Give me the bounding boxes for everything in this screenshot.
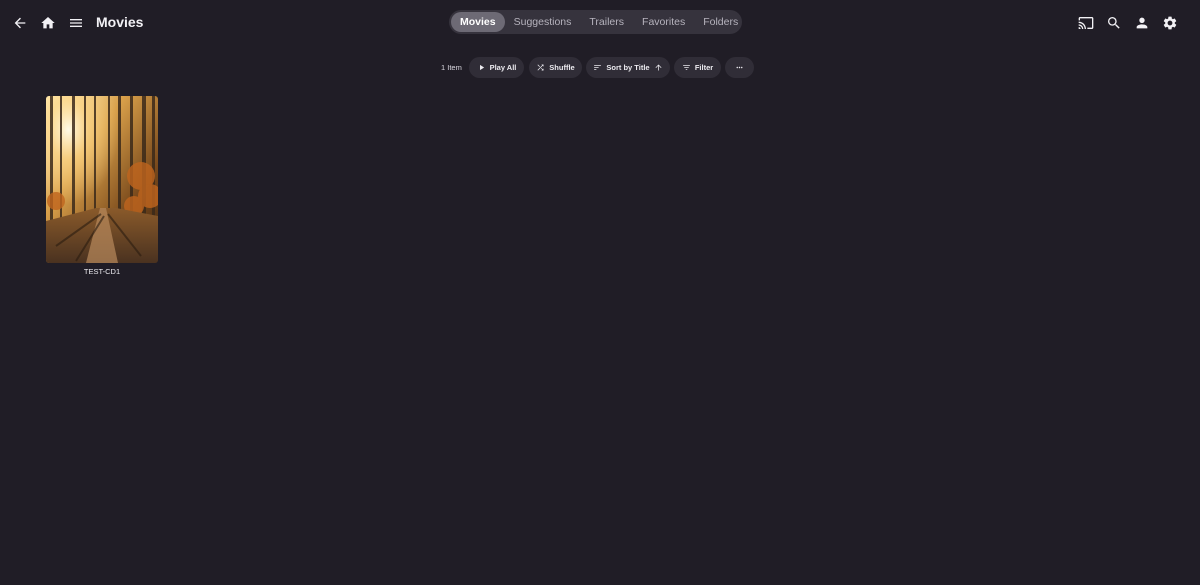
tab-folders[interactable]: Folders	[694, 12, 747, 32]
play-all-label: Play All	[489, 63, 517, 72]
item-count: 1 Item	[441, 63, 462, 72]
library-tabs: Movies Suggestions Trailers Favorites Fo…	[449, 10, 742, 34]
library-toolbar: 1 Item Play All Shuffle Sort by Title Fi…	[0, 57, 1200, 78]
play-all-button[interactable]: Play All	[469, 57, 524, 78]
movie-title[interactable]: TEST-CD1	[46, 267, 158, 276]
sort-icon	[594, 65, 602, 70]
home-icon[interactable]	[37, 12, 59, 34]
tab-suggestions[interactable]: Suggestions	[505, 12, 581, 32]
movie-poster[interactable]	[46, 96, 158, 263]
play-icon	[479, 64, 484, 71]
arrow-up-icon	[655, 64, 662, 71]
back-arrow-icon[interactable]	[9, 12, 31, 34]
tab-movies[interactable]: Movies	[451, 12, 505, 32]
sort-label: Sort by Title	[606, 63, 650, 72]
shuffle-label: Shuffle	[549, 63, 575, 72]
app-window: Movies Movies Suggestions Trailers Favor…	[0, 0, 1200, 585]
movie-card[interactable]: TEST-CD1	[46, 96, 158, 276]
more-options-button[interactable]	[725, 57, 754, 78]
settings-gear-icon[interactable]	[1159, 12, 1181, 34]
tab-trailers[interactable]: Trailers	[580, 12, 633, 32]
filter-label: Filter	[694, 63, 714, 72]
cast-icon[interactable]	[1075, 12, 1097, 34]
header: Movies Movies Suggestions Trailers Favor…	[0, 0, 1200, 46]
filter-button[interactable]: Filter	[674, 57, 721, 78]
tab-favorites[interactable]: Favorites	[633, 12, 694, 32]
shuffle-button[interactable]: Shuffle	[529, 57, 582, 78]
filter-icon	[682, 65, 690, 70]
shuffle-icon	[537, 64, 544, 71]
menu-icon[interactable]	[65, 12, 87, 34]
page-title: Movies	[96, 14, 144, 30]
user-icon[interactable]	[1131, 12, 1153, 34]
more-horizontal-icon	[736, 66, 743, 69]
sort-button[interactable]: Sort by Title	[586, 57, 670, 78]
search-icon[interactable]	[1103, 12, 1125, 34]
